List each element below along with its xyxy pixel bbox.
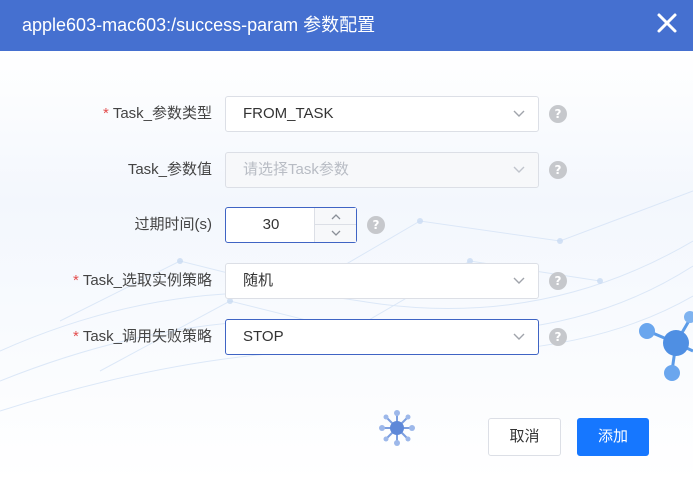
- timeout-label: 过期时间(s): [134, 216, 213, 233]
- instance-strategy-label-text: Task_选取实例策略: [82, 272, 212, 289]
- form-row-param-type: * Task_参数类型 FROM_TASK ?: [0, 96, 693, 132]
- form-row-instance-strategy: * Task_选取实例策略 随机 ?: [0, 263, 693, 299]
- param-type-label-text: Task_参数类型: [112, 105, 212, 122]
- add-button[interactable]: 添加: [577, 418, 649, 456]
- param-value-placeholder: 请选择Task参数: [243, 161, 349, 178]
- form-row-fail-strategy: * Task_调用失败策略 STOP ?: [0, 319, 693, 355]
- required-mark: *: [72, 328, 79, 345]
- param-type-value: FROM_TASK: [243, 105, 334, 122]
- chevron-down-icon: [513, 166, 525, 173]
- chevron-down-icon: [513, 110, 525, 117]
- instance-strategy-label: * Task_选取实例策略: [73, 263, 212, 299]
- param-value-label: Task_参数值: [127, 161, 212, 178]
- stepper-controls: [314, 208, 356, 242]
- decrement-button[interactable]: [315, 225, 356, 242]
- timeout-value[interactable]: 30: [226, 208, 316, 242]
- param-type-label: * Task_参数类型: [103, 96, 212, 132]
- dialog-header: apple603-mac603:/success-param 参数配置: [0, 0, 693, 51]
- fail-strategy-select[interactable]: STOP: [225, 319, 539, 355]
- help-icon[interactable]: ?: [549, 328, 567, 346]
- dialog-title: apple603-mac603:/success-param 参数配置: [22, 15, 376, 35]
- param-form: * Task_参数类型 FROM_TASK ? Task_参数值 请选择Task参…: [0, 51, 693, 482]
- help-icon[interactable]: ?: [367, 216, 385, 234]
- close-icon[interactable]: [652, 9, 682, 39]
- param-value-select[interactable]: 请选择Task参数: [225, 152, 539, 188]
- help-icon[interactable]: ?: [549, 161, 567, 179]
- fail-strategy-value: STOP: [243, 328, 284, 345]
- instance-strategy-select[interactable]: 随机: [225, 263, 539, 299]
- increment-button[interactable]: [315, 208, 356, 225]
- param-config-dialog: apple603-mac603:/success-param 参数配置 * Ta…: [0, 0, 693, 482]
- chevron-down-icon: [513, 333, 525, 340]
- fail-strategy-label: * Task_调用失败策略: [73, 319, 212, 355]
- instance-strategy-value: 随机: [243, 272, 274, 289]
- form-row-timeout: 过期时间(s) 30 ?: [0, 207, 693, 243]
- timeout-stepper[interactable]: 30: [225, 207, 357, 243]
- arrow-down-icon: [331, 230, 341, 236]
- help-icon[interactable]: ?: [549, 105, 567, 123]
- cancel-button[interactable]: 取消: [488, 418, 561, 456]
- arrow-up-icon: [331, 214, 341, 220]
- required-mark: *: [72, 272, 79, 289]
- help-icon[interactable]: ?: [549, 272, 567, 290]
- fail-strategy-label-text: Task_调用失败策略: [82, 328, 212, 345]
- chevron-down-icon: [513, 277, 525, 284]
- required-mark: *: [102, 105, 109, 122]
- form-row-param-value: Task_参数值 请选择Task参数 ?: [0, 152, 693, 188]
- param-type-select[interactable]: FROM_TASK: [225, 96, 539, 132]
